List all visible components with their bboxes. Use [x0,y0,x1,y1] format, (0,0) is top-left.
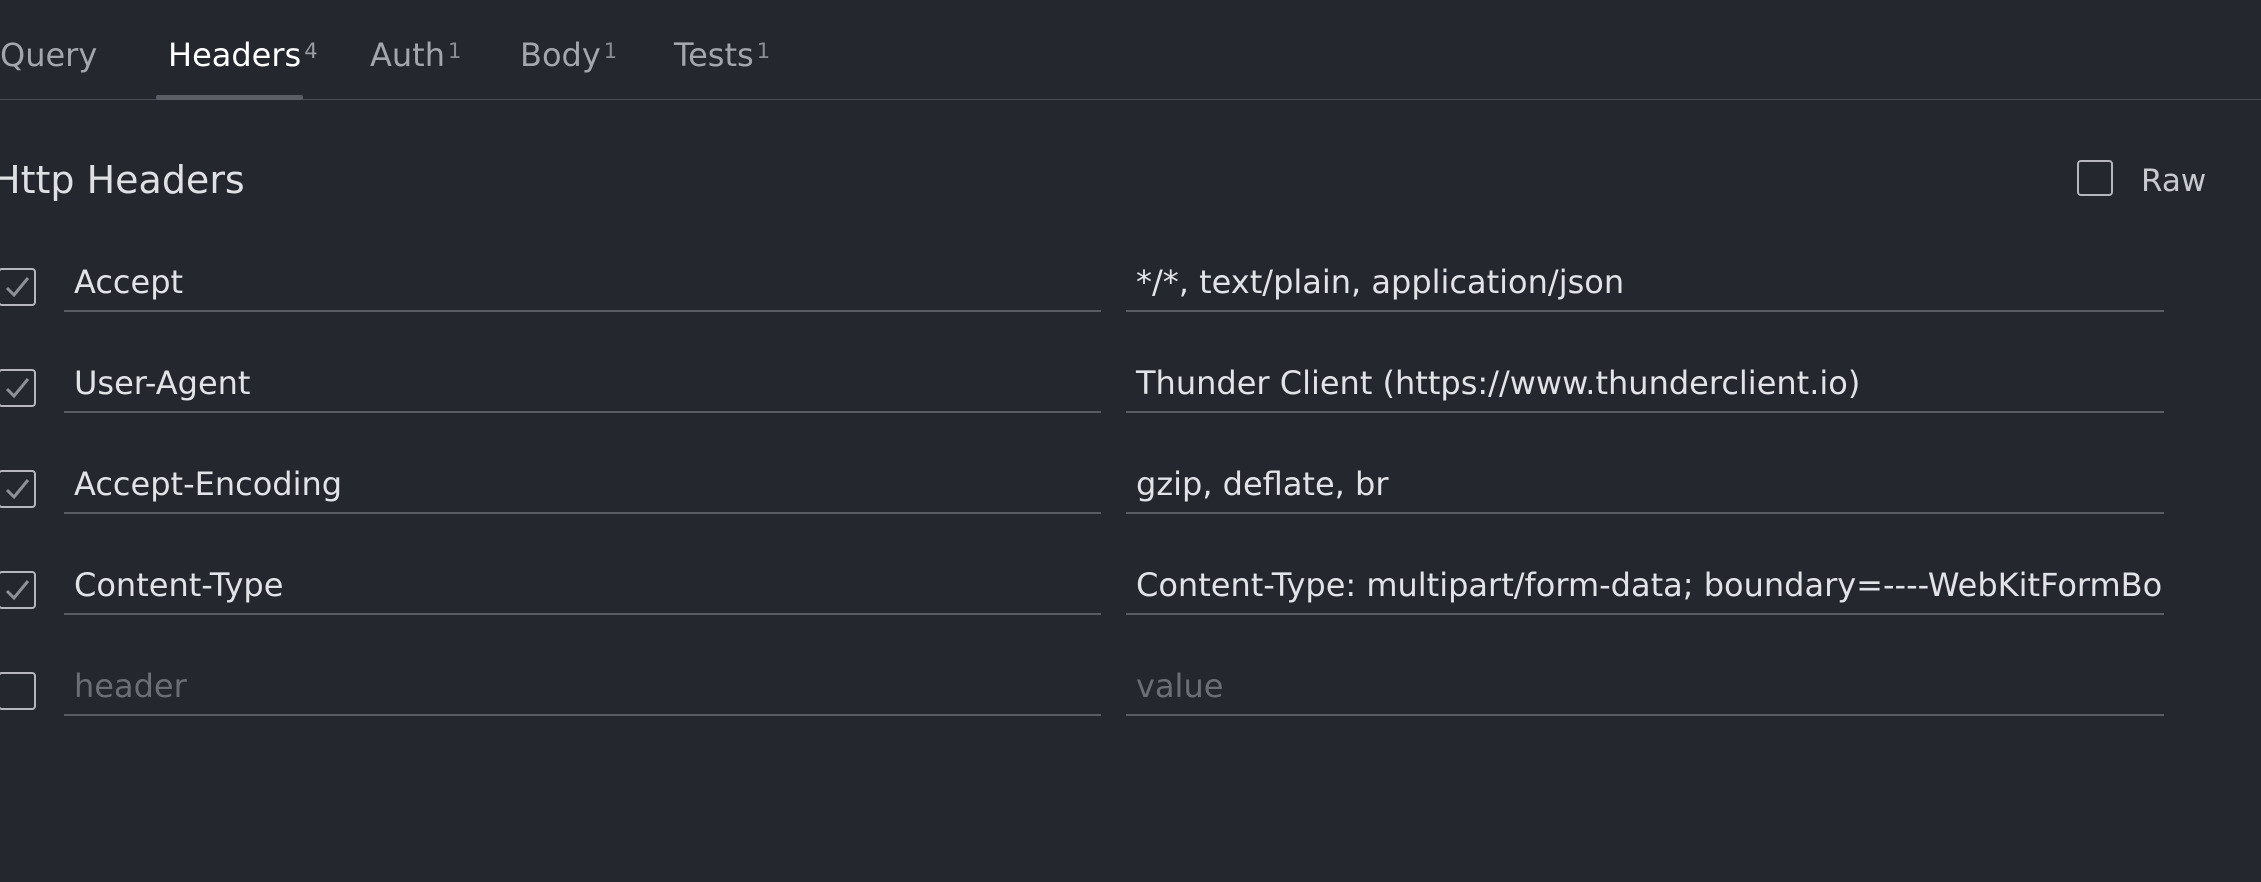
tab-count-badge: 1 [448,39,462,63]
header-row: Accept */*, text/plain, application/json [0,256,2261,356]
new-header-row: header value [0,660,2261,760]
tab-headers[interactable]: Headers 4 [168,36,318,74]
header-value-input[interactable]: */*, text/plain, application/json [1126,256,2164,312]
active-tab-indicator [156,95,303,100]
tab-count-badge: 1 [603,39,618,63]
header-value-input[interactable]: Thunder Client (https://www.thunderclien… [1126,357,2164,413]
tab-count-badge: 4 [304,39,318,63]
tab-label: Body [520,36,601,74]
new-header-value-input[interactable]: value [1126,660,2164,716]
tab-body[interactable]: Body 1 [520,36,617,74]
header-row: Accept-Encoding gzip, deflate, br [0,458,2261,558]
new-header-key-input[interactable]: header [64,660,1101,716]
tab-label: Query [0,36,98,74]
header-row: User-Agent Thunder Client (https://www.t… [0,357,2261,457]
raw-checkbox[interactable] [2077,160,2113,196]
tab-label: Tests [674,36,754,74]
tab-label: Headers [168,36,302,74]
enable-checkbox[interactable] [0,672,36,710]
http-headers-panel: Query Headers 4 Auth 1 Body 1 Tests 1 Http H… [0,0,2261,882]
enable-checkbox[interactable] [0,470,36,508]
section-title: Http Headers [0,158,245,202]
header-key-input[interactable]: Accept [64,256,1101,312]
request-tabbar: Query Headers 4 Auth 1 Body 1 Tests 1 [0,0,2261,100]
tab-label: Auth [370,36,445,74]
checkmark-icon [5,479,30,500]
header-row: Content-Type Content-Type: multipart/for… [0,559,2261,659]
header-key-input[interactable]: User-Agent [64,357,1101,413]
header-value-input[interactable]: gzip, deflate, br [1126,458,2164,514]
enable-checkbox[interactable] [0,571,36,609]
header-key-input[interactable]: Content-Type [64,559,1101,615]
tab-count-badge: 1 [756,39,771,63]
checkmark-icon [5,378,30,399]
tab-query[interactable]: Query [0,36,97,74]
enable-checkbox[interactable] [0,369,36,407]
enable-checkbox[interactable] [0,268,36,306]
tab-auth[interactable]: Auth 1 [370,36,461,74]
raw-label[interactable]: Raw [2141,163,2206,199]
checkmark-icon [5,277,30,298]
header-key-input[interactable]: Accept-Encoding [64,458,1101,514]
checkmark-icon [5,580,30,601]
header-value-input[interactable]: Content-Type: multipart/form-data; bound… [1126,559,2164,615]
tab-tests[interactable]: Tests 1 [674,36,770,74]
